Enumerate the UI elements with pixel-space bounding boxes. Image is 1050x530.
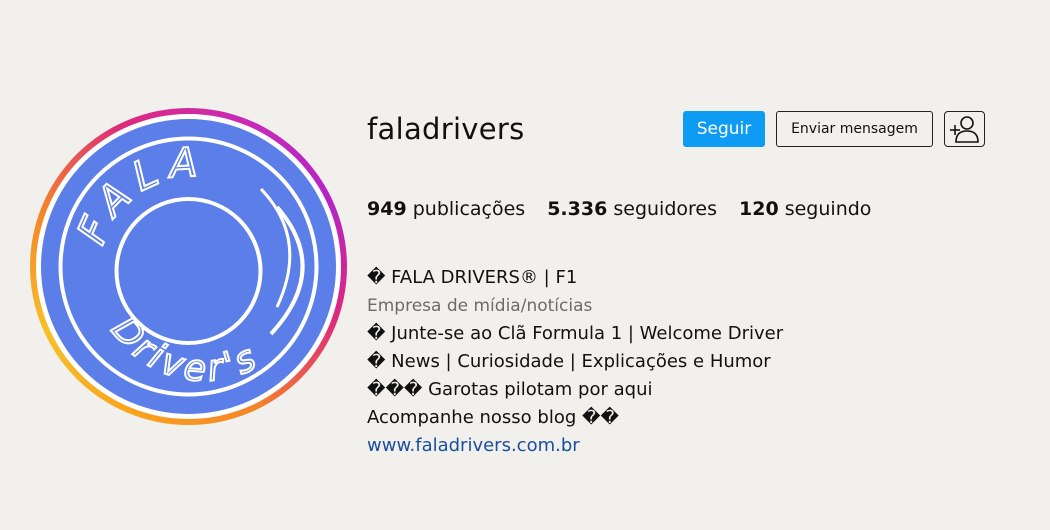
bio-line: � News | Curiosidade | Explicações e Hum…	[367, 351, 771, 372]
followers-count: 5.336	[547, 198, 608, 220]
bio-name: � FALA DRIVERS® | F1	[367, 267, 578, 288]
followers-stat[interactable]: 5.336 seguidores	[547, 198, 717, 220]
bio-website-link[interactable]: www.faladrivers.com.br	[367, 432, 783, 460]
profile-bio: � FALA DRIVERS® | F1 Empresa de mídia/no…	[367, 264, 783, 460]
suggest-similar-button[interactable]	[944, 111, 985, 147]
posts-stat: 949 publicações	[367, 198, 525, 220]
posts-count: 949	[367, 198, 407, 220]
profile-stats: 949 publicações 5.336 seguidores 120 seg…	[367, 198, 893, 220]
add-user-icon	[949, 116, 979, 143]
bio-line: ��� Garotas pilotam por aqui	[367, 379, 653, 400]
send-message-button[interactable]: Enviar mensagem	[776, 111, 933, 147]
follow-button[interactable]: Seguir	[683, 111, 765, 147]
posts-label: publicações	[412, 198, 526, 220]
following-label: seguindo	[784, 198, 872, 220]
bio-category: Empresa de mídia/notícias	[367, 296, 593, 316]
profile-avatar[interactable]: FALA Driver's	[30, 108, 347, 425]
avatar-frame: FALA Driver's	[36, 114, 341, 419]
profile-username: faladrivers	[367, 112, 525, 146]
bio-line: Acompanhe nosso blog ��	[367, 407, 619, 428]
avatar-logo: FALA Driver's	[41, 119, 336, 414]
following-count: 120	[739, 198, 779, 220]
following-stat[interactable]: 120 seguindo	[739, 198, 871, 220]
bio-line: � Junte-se ao Clã Formula 1 | Welcome Dr…	[367, 323, 784, 344]
followers-label: seguidores	[613, 198, 717, 220]
